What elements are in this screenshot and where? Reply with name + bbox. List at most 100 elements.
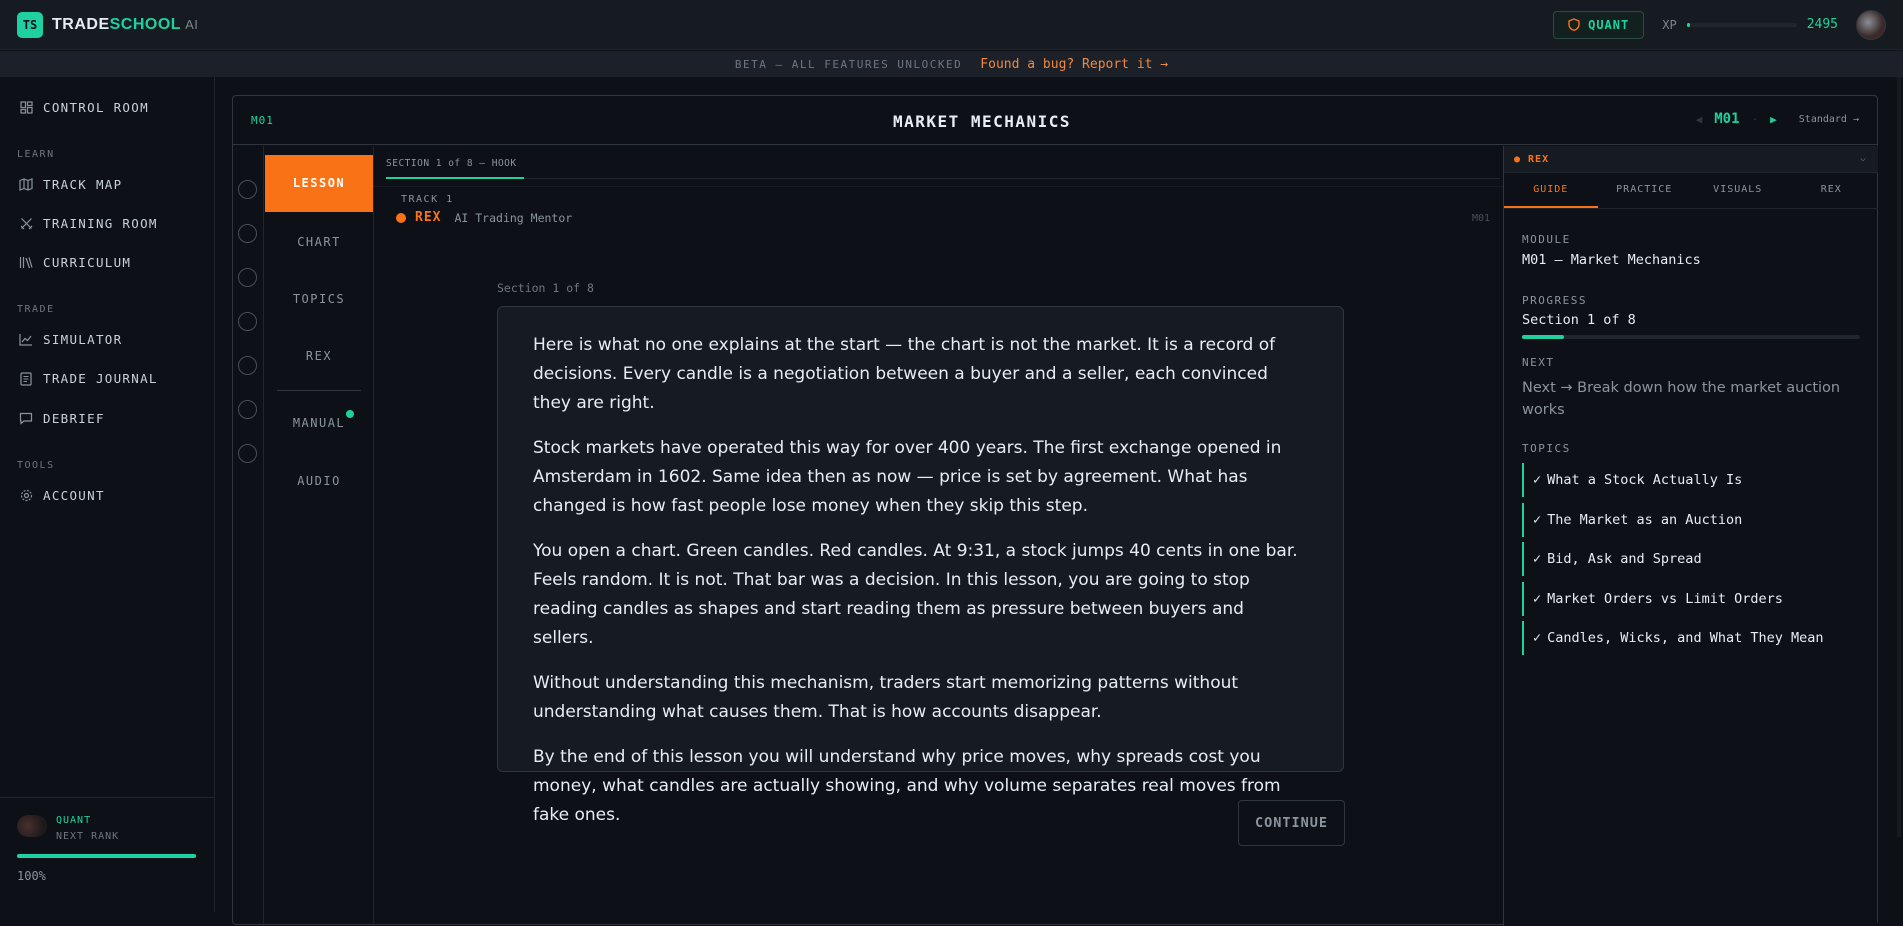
rank-badge[interactable]: QUANT [1553, 10, 1645, 39]
sidebar-section-learn: LEARN [17, 149, 55, 160]
report-bug-link[interactable]: Found a bug? Report it → [980, 57, 1168, 72]
mentor-module-code: M01 [1471, 213, 1490, 224]
sidebar-item-curriculum[interactable]: CURRICULUM [19, 255, 131, 270]
chevron-down-icon[interactable]: ⌵ [1860, 153, 1866, 164]
tab-divider [277, 390, 361, 391]
sidebar-item-label: SIMULATOR [43, 332, 123, 347]
next-label: NEXT [1522, 356, 1555, 369]
top-bar: TS TRADESCHOOL AI QUANT XP 2495 [0, 0, 1903, 50]
section-dot[interactable] [238, 444, 257, 463]
xp-track [1686, 22, 1797, 27]
tab-manual[interactable]: MANUAL [265, 416, 373, 430]
sidebar-item-label: TRADE JOURNAL [43, 371, 158, 386]
manual-notification-dot [346, 410, 354, 418]
journal-icon [19, 371, 33, 386]
xp-label: XP [1662, 17, 1677, 32]
progress-fill [1522, 335, 1565, 339]
rank-percent: 100% [17, 869, 46, 883]
section-dot[interactable] [238, 268, 257, 287]
mentor-status-dot [396, 212, 406, 223]
lesson-paragraph: Without understanding this mechanism, tr… [533, 673, 1239, 722]
tab-chart[interactable]: CHART [265, 235, 373, 249]
topic-item[interactable]: ✓ Candles, Wicks, and What They Mean [1522, 621, 1860, 655]
mentor-name: REX [415, 210, 442, 225]
page-scrollbar[interactable] [1897, 77, 1901, 837]
shield-icon [1568, 18, 1580, 31]
check-icon: ✓ [1533, 630, 1542, 646]
section-tab-underline [386, 177, 524, 179]
section-dot[interactable] [238, 312, 257, 331]
tab-rex-panel[interactable]: REX [1785, 173, 1879, 208]
continue-button[interactable]: CONTINUE [1238, 800, 1345, 846]
topic-item[interactable]: ✓ What a Stock Actually Is [1522, 463, 1860, 497]
tab-practice[interactable]: PRACTICE [1598, 173, 1692, 208]
rank-next-label: NEXT RANK [56, 831, 120, 842]
topic-item[interactable]: ✓ Bid, Ask and Spread [1522, 542, 1860, 576]
guide-panel: ● REX ⌵ GUIDE PRACTICE VISUALS REX MODUL… [1503, 146, 1878, 926]
section-dot[interactable] [238, 180, 257, 199]
sidebar-item-label: TRAINING ROOM [43, 216, 158, 231]
prev-module-button[interactable]: ◀ [1696, 113, 1703, 126]
tab-visuals[interactable]: VISUALS [1691, 173, 1785, 208]
topic-title: Market Orders vs Limit Orders [1547, 591, 1783, 607]
lesson-paragraph: You open a chart. Green candles. Red can… [533, 541, 1298, 648]
next-step[interactable]: Next → Break down how the market auction… [1522, 377, 1842, 421]
sidebar-item-debrief[interactable]: DEBRIEF [19, 411, 105, 426]
topic-item[interactable]: ✓ The Market as an Auction [1522, 503, 1860, 537]
brand-ai: AI [185, 16, 199, 32]
section-counter: Section 1 of 8 [497, 281, 594, 295]
tab-guide[interactable]: GUIDE [1504, 173, 1598, 208]
sidebar-item-control-room[interactable]: CONTROL ROOM [19, 100, 149, 115]
next-module-button[interactable]: ▶ [1770, 113, 1777, 126]
rank-badge-label: QUANT [1588, 17, 1630, 32]
guide-panel-title: ● REX [1514, 154, 1550, 165]
sidebar-item-track-map[interactable]: TRACK MAP [19, 177, 122, 192]
section-tab[interactable]: SECTION 1 of 8 — HOOK [386, 158, 517, 169]
topic-item[interactable]: ✓ Market Orders vs Limit Orders [1522, 582, 1860, 616]
rank-progress-track [17, 854, 196, 858]
lesson-card: Here is what no one explains at the star… [497, 306, 1344, 825]
chat-bubble-icon [19, 412, 33, 426]
tab-rex[interactable]: REX [265, 349, 373, 363]
tab-topics[interactable]: TOPICS [265, 292, 373, 306]
rank-progress-panel: QUANT NEXT RANK 100% [0, 797, 215, 912]
sidebar-item-training-room[interactable]: TRAINING ROOM [19, 216, 158, 231]
check-icon: ✓ [1533, 512, 1542, 528]
dashboard-icon [19, 101, 33, 115]
section-dot[interactable] [238, 356, 257, 375]
tab-lesson[interactable]: LESSON [265, 155, 373, 212]
section-dot[interactable] [238, 224, 257, 243]
progress-label: PROGRESS [1522, 294, 1587, 307]
section-rail [233, 146, 264, 926]
beta-notice: BETA — ALL FEATURES UNLOCKED [734, 57, 963, 71]
sidebar-section-trade: TRADE [17, 304, 55, 315]
user-avatar[interactable] [1856, 9, 1886, 40]
sidebar-item-trade-journal[interactable]: TRADE JOURNAL [19, 371, 158, 386]
topic-title: Candles, Wicks, and What They Mean [1547, 630, 1824, 646]
sidebar-item-account[interactable]: ACCOUNT [19, 488, 105, 503]
module-navigator: ◀ M01 · ▶ Standard → [1696, 111, 1859, 127]
sidebar-item-label: ACCOUNT [43, 488, 105, 503]
brand-trade: TRADE [52, 15, 110, 33]
lesson-tabs: LESSON CHART TOPICS REX MANUAL AUDIO [265, 146, 374, 926]
crossed-swords-icon [19, 217, 33, 231]
xp-value: 2495 [1806, 17, 1838, 32]
sidebar-item-simulator[interactable]: SIMULATOR [19, 332, 122, 347]
line-chart-icon [19, 333, 33, 347]
topic-title: Bid, Ask and Spread [1547, 551, 1702, 567]
tab-audio[interactable]: AUDIO [265, 474, 373, 488]
guide-tabs: GUIDE PRACTICE VISUALS REX [1504, 173, 1878, 209]
xp-meter: XP 2495 [1662, 17, 1838, 32]
gear-icon [19, 489, 33, 503]
sidebar-section-tools: TOOLS [17, 460, 55, 471]
xp-fill [1686, 22, 1690, 27]
section-dot[interactable] [238, 400, 257, 419]
guide-panel-header[interactable]: ● REX ⌵ [1504, 146, 1878, 173]
progress-track [1522, 335, 1860, 339]
module-header: M01 MARKET MECHANICS ◀ M01 · ▶ Standard … [233, 96, 1877, 145]
module-separator: · [1751, 112, 1759, 126]
logo[interactable]: TS [17, 11, 43, 38]
brand-name[interactable]: TRADESCHOOL AI [52, 16, 198, 34]
mode-selector[interactable]: Standard → [1799, 114, 1859, 125]
progress-value: Section 1 of 8 [1522, 312, 1636, 328]
